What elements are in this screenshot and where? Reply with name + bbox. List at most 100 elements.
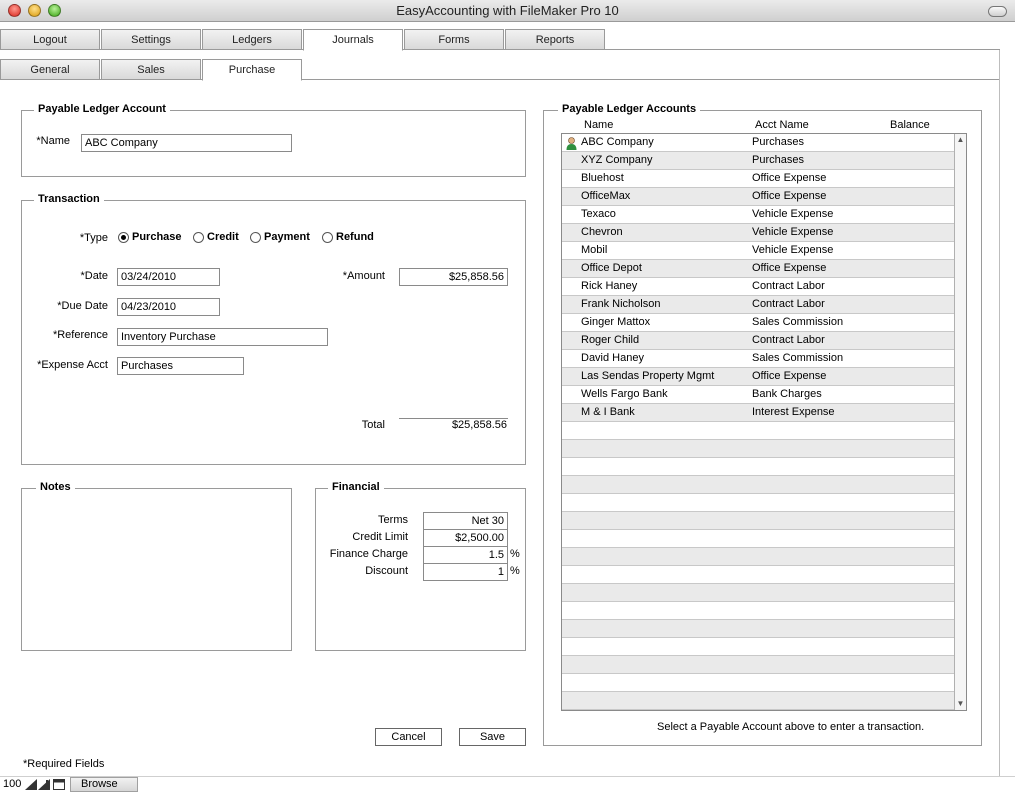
mode-selector[interactable]: Browse <box>70 777 138 792</box>
scroll-up-icon[interactable]: ▲ <box>955 134 966 146</box>
cell-acct-name: Purchases <box>752 154 804 166</box>
cell-acct-name: Vehicle Expense <box>752 244 834 256</box>
tab-logout[interactable]: Logout <box>0 29 100 50</box>
select-account-hint: Select a Payable Account above to enter … <box>657 721 925 733</box>
empty-table-row[interactable] <box>562 656 954 674</box>
cell-name: Wells Fargo Bank <box>581 388 668 400</box>
cell-name: OfficeMax <box>581 190 631 202</box>
discount-label: Discount <box>365 565 408 577</box>
empty-table-row[interactable] <box>562 692 954 710</box>
terms-field[interactable]: Net 30 <box>423 512 508 530</box>
column-header-name[interactable]: Name <box>584 119 613 131</box>
list-scrollbar[interactable]: ▲ ▼ <box>954 134 966 710</box>
date-field[interactable]: 03/24/2010 <box>117 268 220 286</box>
save-button[interactable]: Save <box>459 728 526 746</box>
radio-credit[interactable]: Credit <box>193 231 248 245</box>
tab-sales[interactable]: Sales <box>101 59 201 80</box>
amount-field[interactable]: $25,858.56 <box>399 268 508 286</box>
table-row[interactable]: Office Depot Office Expense <box>562 260 954 278</box>
notes-group[interactable]: Notes <box>21 481 292 651</box>
table-row[interactable]: Roger Child Contract Labor <box>562 332 954 350</box>
empty-table-row[interactable] <box>562 566 954 584</box>
due-date-label: *Due Date <box>57 300 108 312</box>
empty-table-row[interactable] <box>562 422 954 440</box>
table-row[interactable]: Chevron Vehicle Expense <box>562 224 954 242</box>
group-title: Payable Ledger Account <box>34 103 170 115</box>
empty-table-row[interactable] <box>562 620 954 638</box>
table-row[interactable]: M & I Bank Interest Expense <box>562 404 954 422</box>
empty-table-row[interactable] <box>562 512 954 530</box>
cell-name: Rick Haney <box>581 280 638 292</box>
empty-table-row[interactable] <box>562 584 954 602</box>
table-row[interactable]: OfficeMax Office Expense <box>562 188 954 206</box>
main-tab-bar: Logout Settings Ledgers Journals Forms R… <box>0 29 1000 51</box>
table-row[interactable]: Rick Haney Contract Labor <box>562 278 954 296</box>
zoom-level[interactable]: 100 <box>3 778 21 790</box>
reference-field[interactable]: Inventory Purchase <box>117 328 328 346</box>
zoom-in-icon[interactable] <box>38 779 50 790</box>
tab-journals[interactable]: Journals <box>303 29 403 51</box>
amount-label: *Amount <box>342 270 385 282</box>
empty-table-row[interactable] <box>562 494 954 512</box>
radio-refund[interactable]: Refund <box>322 231 382 245</box>
status-area-toggle-icon[interactable] <box>53 779 65 790</box>
table-row[interactable]: David Haney Sales Commission <box>562 350 954 368</box>
tab-settings[interactable]: Settings <box>101 29 201 50</box>
finance-charge-unit: % <box>510 548 520 560</box>
radio-empty-icon <box>193 232 204 243</box>
name-field[interactable]: ABC Company <box>81 134 292 152</box>
toolbar-toggle-icon[interactable] <box>988 6 1007 17</box>
table-row[interactable]: Wells Fargo Bank Bank Charges <box>562 386 954 404</box>
cell-name: Ginger Mattox <box>581 316 651 328</box>
cell-name: XYZ Company <box>581 154 653 166</box>
due-date-field[interactable]: 04/23/2010 <box>117 298 220 316</box>
cell-acct-name: Sales Commission <box>752 352 844 364</box>
table-row[interactable]: Frank Nicholson Contract Labor <box>562 296 954 314</box>
empty-table-row[interactable] <box>562 458 954 476</box>
empty-table-row[interactable] <box>562 530 954 548</box>
column-header-acct-name[interactable]: Acct Name <box>755 119 809 131</box>
table-row[interactable]: Texaco Vehicle Expense <box>562 206 954 224</box>
discount-field[interactable]: 1 <box>423 563 508 581</box>
table-row[interactable]: XYZ Company Purchases <box>562 152 954 170</box>
empty-table-row[interactable] <box>562 548 954 566</box>
cell-acct-name: Interest Expense <box>752 406 835 418</box>
tab-forms[interactable]: Forms <box>404 29 504 50</box>
window-title: EasyAccounting with FileMaker Pro 10 <box>396 3 619 18</box>
empty-table-row[interactable] <box>562 602 954 620</box>
table-row[interactable]: ABC Company Purchases <box>562 134 954 152</box>
empty-table-row[interactable] <box>562 440 954 458</box>
finance-charge-field[interactable]: 1.5 <box>423 546 508 564</box>
radio-empty-icon <box>250 232 261 243</box>
table-row[interactable]: Las Sendas Property Mgmt Office Expense <box>562 368 954 386</box>
cell-name: M & I Bank <box>581 406 635 418</box>
cell-acct-name: Office Expense <box>752 172 827 184</box>
radio-purchase[interactable]: Purchase <box>118 231 190 245</box>
table-row[interactable]: Mobil Vehicle Expense <box>562 242 954 260</box>
cell-name: Mobil <box>581 244 608 256</box>
group-title: Payable Ledger Accounts <box>558 103 701 115</box>
total-value: $25,858.56 <box>451 419 507 431</box>
column-header-balance[interactable]: Balance <box>890 119 930 131</box>
accounts-list[interactable]: M & I Bank Interest Expense Wells Fargo Ba… <box>561 133 967 711</box>
scroll-down-icon[interactable]: ▼ <box>955 698 966 710</box>
cell-acct-name: Bank Charges <box>752 388 822 400</box>
person-icon <box>566 137 577 150</box>
table-row[interactable]: Bluehost Office Expense <box>562 170 954 188</box>
empty-table-row[interactable] <box>562 638 954 656</box>
tab-purchase[interactable]: Purchase <box>202 59 302 81</box>
empty-table-row[interactable] <box>562 476 954 494</box>
table-row[interactable]: Ginger Mattox Sales Commission <box>562 314 954 332</box>
cell-name: Office Depot <box>581 262 642 274</box>
cancel-button[interactable]: Cancel <box>375 728 442 746</box>
radio-payment[interactable]: Payment <box>250 231 316 245</box>
tab-ledgers[interactable]: Ledgers <box>202 29 302 50</box>
zoom-out-icon[interactable] <box>25 779 37 790</box>
cell-name: David Haney <box>581 352 644 364</box>
credit-limit-field[interactable]: $2,500.00 <box>423 529 508 547</box>
empty-table-row[interactable] <box>562 674 954 692</box>
tab-reports[interactable]: Reports <box>505 29 605 50</box>
expense-acct-field[interactable]: Purchases <box>117 357 244 375</box>
tab-general[interactable]: General <box>0 59 100 80</box>
cell-acct-name: Office Expense <box>752 190 827 202</box>
